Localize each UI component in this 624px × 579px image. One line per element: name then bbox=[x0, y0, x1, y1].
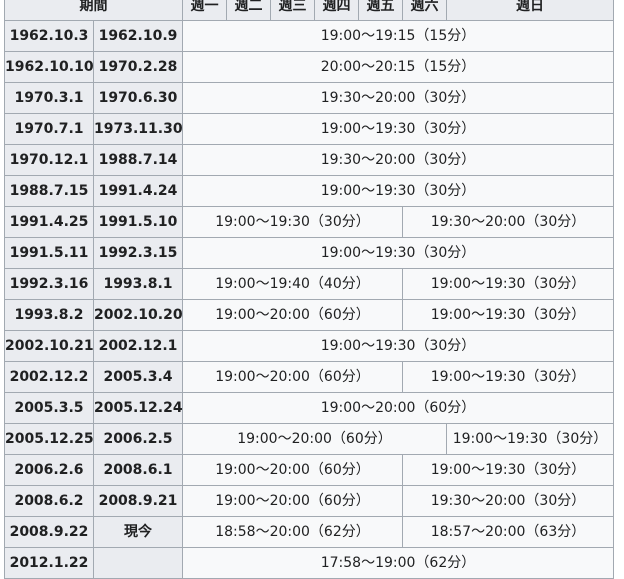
period-end-cell: 2008.9.21 bbox=[93, 485, 183, 517]
period-end-cell: 1988.7.14 bbox=[93, 144, 183, 176]
timeslot-cell: 19:00～20:00（60分） bbox=[182, 299, 403, 331]
header-day-sun: 週日 bbox=[446, 0, 614, 21]
timeslot-cell: 19:00～19:30（30分） bbox=[402, 299, 614, 331]
period-end-cell: 2008.6.1 bbox=[93, 454, 183, 486]
table-row: 1988.7.15 1991.4.24 19:00～19:30（30分） bbox=[4, 175, 614, 207]
table-row: 2005.12.25 2006.2.5 19:00～20:00（60分） 19:00～… bbox=[4, 423, 614, 455]
period-end-cell: 1970.2.28 bbox=[93, 51, 183, 83]
timeslot-cell: 19:00～19:30（30分） bbox=[446, 423, 614, 455]
period-end-cell: 2006.2.5 bbox=[93, 423, 183, 455]
timeslot-cell: 19:00～19:15（15分） bbox=[182, 20, 614, 52]
table-row: 2008.6.2 2008.9.21 19:00～20:00（60分） 19:30～2… bbox=[4, 485, 614, 517]
timeslot-cell: 19:30～20:00（30分） bbox=[182, 144, 614, 176]
period-start-cell: 1962.10.10 bbox=[4, 51, 94, 83]
table-row: 2006.2.6 2008.6.1 19:00～20:00（60分） 19:00～19… bbox=[4, 454, 614, 486]
period-start-cell: 2006.2.6 bbox=[4, 454, 94, 486]
table-row: 1970.7.1 1973.11.30 19:00～19:30（30分） bbox=[4, 113, 614, 145]
period-start-cell: 2008.6.2 bbox=[4, 485, 94, 517]
timeslot-cell: 19:00～20:00（60分） bbox=[182, 361, 403, 393]
header-day-fri: 週五 bbox=[358, 0, 403, 21]
header-period: 期間 bbox=[4, 0, 183, 21]
period-start-cell: 1993.8.2 bbox=[4, 299, 94, 331]
timeslot-cell: 19:00～19:40（40分） bbox=[182, 268, 403, 300]
period-end-cell: 1992.3.15 bbox=[93, 237, 183, 269]
period-end-cell bbox=[93, 547, 183, 579]
period-start-cell: 1991.4.25 bbox=[4, 206, 94, 238]
period-start-cell: 2005.12.25 bbox=[4, 423, 94, 455]
period-end-cell: 2002.10.20 bbox=[93, 299, 183, 331]
period-end-cell: 1970.6.30 bbox=[93, 82, 183, 114]
period-start-cell: 1991.5.11 bbox=[4, 237, 94, 269]
table-row: 1992.3.16 1993.8.1 19:00～19:40（40分） 19:00～1… bbox=[4, 268, 614, 300]
period-start-cell: 1962.10.3 bbox=[4, 20, 94, 52]
table-row: 1970.12.1 1988.7.14 19:30～20:00（30分） bbox=[4, 144, 614, 176]
period-end-cell: 1993.8.1 bbox=[93, 268, 183, 300]
period-start-cell: 2005.3.5 bbox=[4, 392, 94, 424]
table-row: 1993.8.2 2002.10.20 19:00～20:00（60分） 19:00～… bbox=[4, 299, 614, 331]
timeslot-cell: 19:00～19:30（30分） bbox=[182, 237, 614, 269]
header-day-sat: 週六 bbox=[402, 0, 447, 21]
period-start-cell: 1970.7.1 bbox=[4, 113, 94, 145]
period-start-cell: 2012.1.22 bbox=[4, 547, 94, 579]
table-row: 1991.4.25 1991.5.10 19:00～19:30（30分） 19:30～… bbox=[4, 206, 614, 238]
timeslot-cell: 19:00～20:00（60分） bbox=[182, 454, 403, 486]
period-end-cell: 2005.3.4 bbox=[93, 361, 183, 393]
table-row: 1962.10.10 1970.2.28 20:00～20:15（15分） bbox=[4, 51, 614, 83]
timeslot-cell: 17:58～19:00（62分） bbox=[182, 547, 614, 579]
period-start-cell: 2008.9.22 bbox=[4, 516, 94, 548]
period-start-cell: 1988.7.15 bbox=[4, 175, 94, 207]
period-end-cell: 現今 bbox=[93, 516, 183, 548]
header-day-tue: 週二 bbox=[226, 0, 271, 21]
timeslot-cell: 19:00～20:00（60分） bbox=[182, 485, 403, 517]
timeslot-cell: 19:00～19:30（30分） bbox=[182, 206, 403, 238]
timeslot-cell: 19:00～19:30（30分） bbox=[402, 268, 614, 300]
table-row: 2002.12.2 2005.3.4 19:00～20:00（60分） 19:00～1… bbox=[4, 361, 614, 393]
period-end-cell: 1991.4.24 bbox=[93, 175, 183, 207]
timeslot-cell: 19:30～20:00（30分） bbox=[182, 82, 614, 114]
timeslot-cell: 20:00～20:15（15分） bbox=[182, 51, 614, 83]
header-day-thu: 週四 bbox=[314, 0, 359, 21]
timeslot-cell: 19:00～20:00（60分） bbox=[182, 392, 614, 424]
period-start-cell: 1970.12.1 bbox=[4, 144, 94, 176]
schedule-body: 1962.10.3 1962.10.9 19:00～19:15（15分） 1962.1… bbox=[4, 20, 614, 579]
timeslot-cell: 18:57～20:00（63分） bbox=[402, 516, 614, 548]
table-row: 1970.3.1 1970.6.30 19:30～20:00（30分） bbox=[4, 82, 614, 114]
table-row: 1962.10.3 1962.10.9 19:00～19:15（15分） bbox=[4, 20, 614, 52]
timeslot-cell: 19:30～20:00（30分） bbox=[402, 206, 614, 238]
table-row: 1991.5.11 1992.3.15 19:00～19:30（30分） bbox=[4, 237, 614, 269]
period-start-cell: 1970.3.1 bbox=[4, 82, 94, 114]
timeslot-cell: 19:00～19:30（30分） bbox=[402, 361, 614, 393]
broadcast-schedule-table: 期間 週一 週二 週三 週四 週五 週六 週日 1962.10.3 1962.10… bbox=[4, 0, 614, 579]
period-end-cell: 1973.11.30 bbox=[93, 113, 183, 145]
timeslot-cell: 19:00～19:30（30分） bbox=[182, 330, 614, 362]
table-row: 2002.10.21 2002.12.1 19:00～19:30（30分） bbox=[4, 330, 614, 362]
period-end-cell: 2005.12.24 bbox=[93, 392, 183, 424]
header-day-wed: 週三 bbox=[270, 0, 315, 21]
period-start-cell: 2002.10.21 bbox=[4, 330, 94, 362]
period-start-cell: 1992.3.16 bbox=[4, 268, 94, 300]
period-end-cell: 1991.5.10 bbox=[93, 206, 183, 238]
period-end-cell: 1962.10.9 bbox=[93, 20, 183, 52]
period-end-cell: 2002.12.1 bbox=[93, 330, 183, 362]
timeslot-cell: 19:00～19:30（30分） bbox=[182, 113, 614, 145]
period-start-cell: 2002.12.2 bbox=[4, 361, 94, 393]
table-row: 2008.9.22 現今 18:58～20:00（62分） 18:57～20:00（6… bbox=[4, 516, 614, 548]
header-row: 期間 週一 週二 週三 週四 週五 週六 週日 bbox=[4, 0, 614, 21]
timeslot-cell: 19:30～20:00（30分） bbox=[402, 485, 614, 517]
timeslot-cell: 19:00～19:30（30分） bbox=[182, 175, 614, 207]
timeslot-cell: 19:00～19:30（30分） bbox=[402, 454, 614, 486]
timeslot-cell: 18:58～20:00（62分） bbox=[182, 516, 403, 548]
table-row: 2012.1.22 17:58～19:00（62分） bbox=[4, 547, 614, 579]
header-day-mon: 週一 bbox=[182, 0, 227, 21]
table-row: 2005.3.5 2005.12.24 19:00～20:00（60分） bbox=[4, 392, 614, 424]
timeslot-cell: 19:00～20:00（60分） bbox=[182, 423, 447, 455]
